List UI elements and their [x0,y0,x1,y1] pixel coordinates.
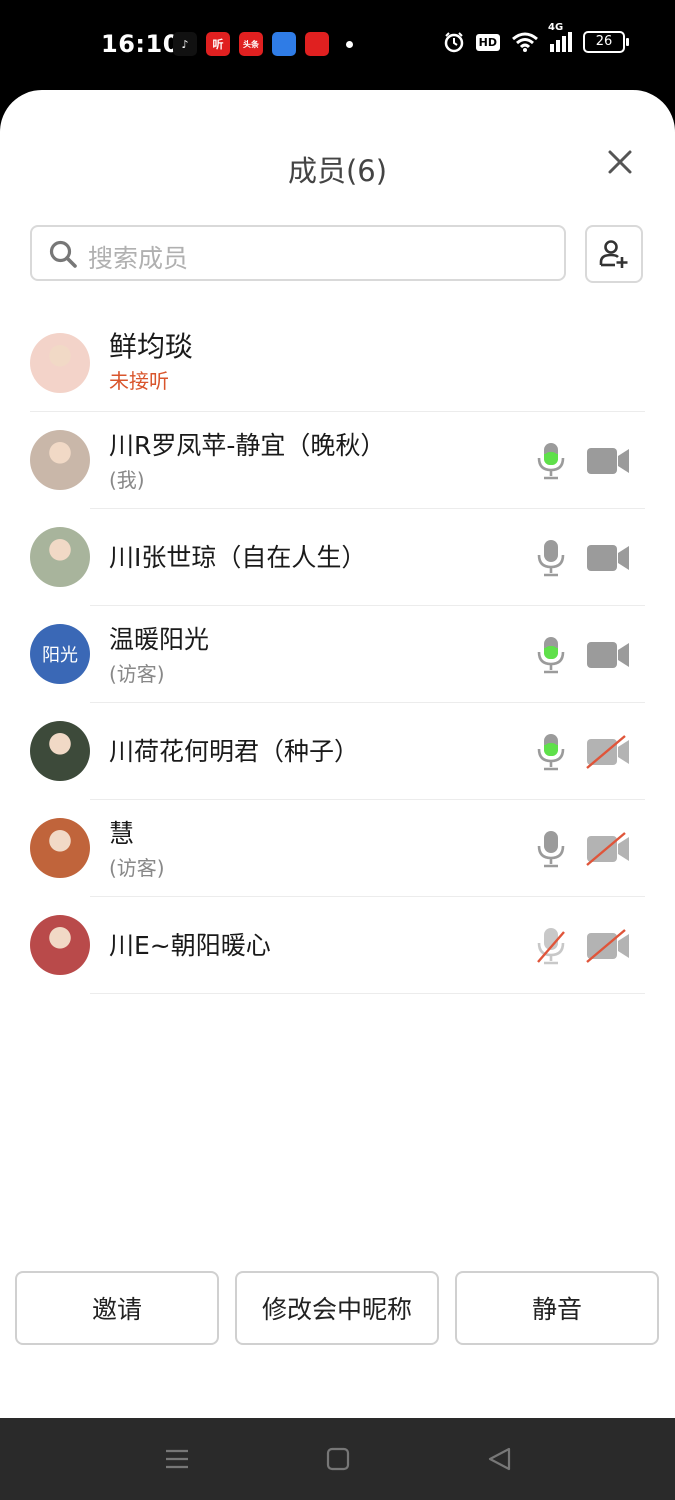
search-input[interactable]: 搜索成员 [30,225,566,281]
member-row[interactable]: 川R罗凤苹-静宜（晚秋） (我) [0,412,675,509]
home-square-icon [326,1447,350,1471]
member-row[interactable]: 川荷花何明君（种子） [0,703,675,800]
network-type: 4G [548,22,564,33]
blue-app-icon [272,32,296,56]
member-row[interactable]: 阳光 温暖阳光 (访客) [0,606,675,703]
status-app-icons: ♪ 听头条 [173,32,353,56]
toutiao-app-icon: 头条 [239,32,263,56]
back-triangle-icon [488,1447,511,1471]
microphone-icon[interactable] [533,635,569,675]
member-list: 鲜均琰未接听川R罗凤苹-静宜（晚秋） (我) 川I张世琼（自在人生） 阳光 温暖阳光 (访… [0,315,675,994]
status-bar: 16:10 ♪ 听头条 HD 4G 26 [0,0,675,90]
notification-dot-icon [346,40,353,48]
member-row[interactable]: 鲜均琰 未接听 [0,315,675,412]
close-button[interactable] [600,142,640,182]
member-avatar: 阳光 [30,624,90,684]
member-avatar [30,527,90,587]
member-row[interactable]: 川I张世琼（自在人生） [0,509,675,606]
mute-all-button[interactable]: 静音 [455,1271,659,1345]
members-sheet: 成员(6) 搜索成员 鲜均琰未接听川R罗凤苹-静宜（晚秋） (我) 川I张世琼（自在… [0,90,675,1418]
wifi-icon [512,32,538,52]
member-avatar [30,333,90,393]
member-avatar [30,430,90,490]
home-nav-button[interactable] [323,1444,353,1474]
red-app-icon [305,32,329,56]
microphone-icon[interactable] [533,732,569,772]
status-right-indicators: HD 4G 26 [443,22,629,53]
microphone-icon[interactable] [533,538,569,578]
member-tag: (访客) [109,662,165,686]
camera-off-icon[interactable] [585,832,631,866]
row-divider [90,993,645,994]
camera-icon[interactable] [585,541,631,575]
system-nav-bar [0,1418,675,1500]
member-name: 鲜均琰 [109,330,194,363]
member-avatar [30,915,90,975]
status-time: 16:10 [101,30,180,58]
member-row[interactable]: 慧 (访客) [0,800,675,897]
search-placeholder: 搜索成员 [88,244,189,273]
bottom-actions: 邀请 修改会中昵称 静音 [15,1271,660,1346]
member-name: 川R罗凤苹-静宜（晚秋） [109,431,386,460]
menu-icon [166,1449,188,1469]
member-name: 川E~朝阳暖心 [109,931,271,960]
member-name: 川I张世琼（自在人生） [109,543,367,572]
tiktok-icon: ♪ [173,32,197,56]
member-name: 慧 [109,819,135,848]
camera-off-icon[interactable] [585,929,631,963]
member-avatar [30,721,90,781]
member-status: 未接听 [109,369,169,393]
member-tag: (我) [109,468,145,492]
add-user-icon [599,240,628,268]
alarm-icon [444,32,463,53]
cellular-signal-icon: 4G [548,22,572,52]
camera-icon[interactable] [585,638,631,672]
invite-button[interactable]: 邀请 [15,1271,219,1345]
member-avatar [30,818,90,878]
member-name: 温暖阳光 [109,625,210,654]
member-row[interactable]: 川E~朝阳暖心 [0,897,675,994]
sheet-title: 成员(6) [287,154,388,188]
member-tag: (访客) [109,856,165,880]
close-icon [608,150,632,174]
search-icon [49,240,77,268]
ting-app-icon: 听 [206,32,230,56]
add-member-button[interactable] [585,225,643,283]
microphone-icon[interactable] [533,441,569,481]
menu-nav-button[interactable] [162,1444,192,1474]
mic-muted-icon[interactable] [533,926,569,966]
camera-off-icon[interactable] [585,735,631,769]
hd-badge: HD [475,33,500,51]
microphone-icon[interactable] [533,829,569,869]
camera-icon[interactable] [585,444,631,478]
member-name: 川荷花何明君（种子） [109,737,360,766]
rename-nickname-button[interactable]: 修改会中昵称 [235,1271,439,1345]
back-nav-button[interactable] [485,1444,515,1474]
battery-indicator: 26 [583,31,629,53]
